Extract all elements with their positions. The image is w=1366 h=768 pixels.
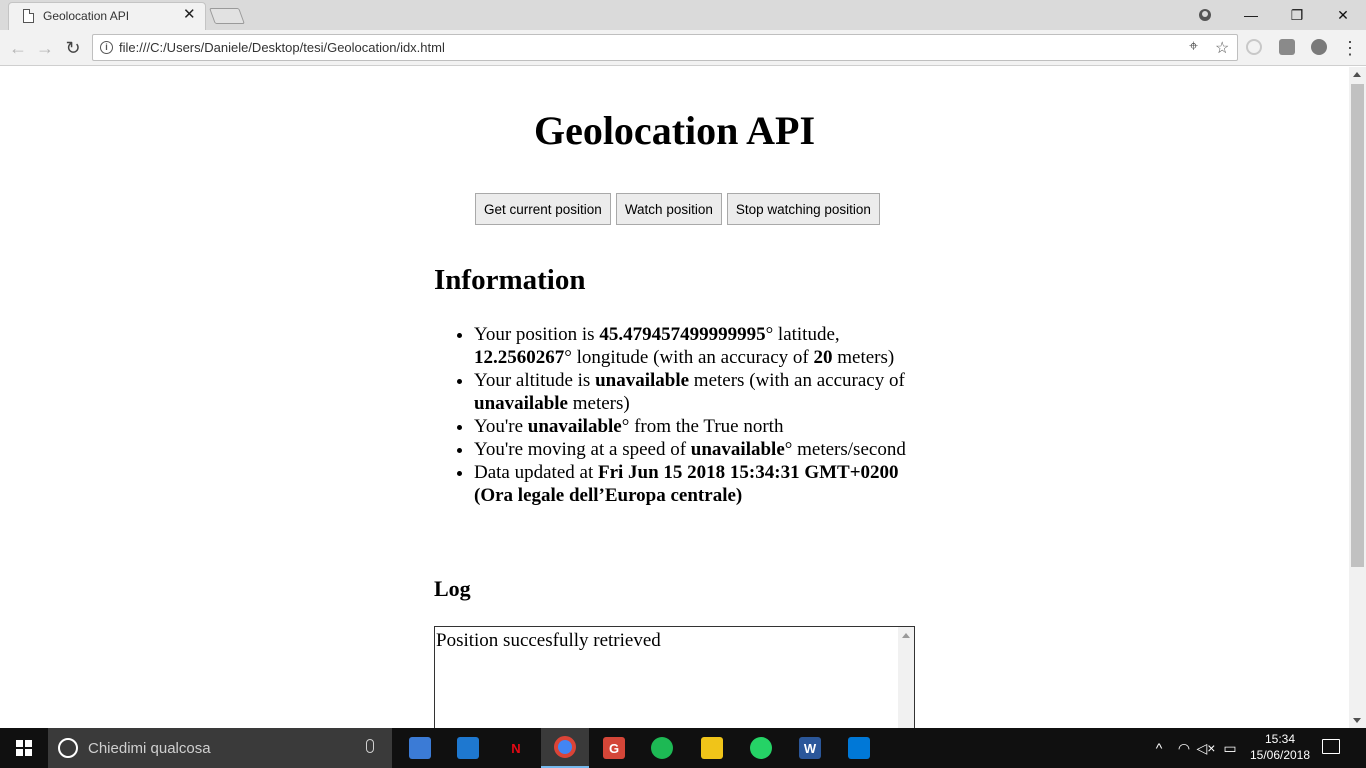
log-text: Position succesfully retrieved bbox=[436, 630, 661, 651]
menu-icon[interactable]: ⋮ bbox=[1338, 36, 1362, 60]
forward-button[interactable]: → bbox=[33, 36, 57, 60]
clock-date: 15/06/2018 bbox=[1249, 748, 1311, 762]
log-textarea[interactable]: Position succesfully retrieved bbox=[434, 626, 915, 728]
minimize-button[interactable]: — bbox=[1228, 0, 1274, 30]
location-icon[interactable]: ⌖ bbox=[1189, 38, 1198, 56]
page-content: Geolocation API Get current position Wat… bbox=[0, 67, 1349, 728]
start-button[interactable] bbox=[0, 728, 48, 768]
log-heading: Log bbox=[434, 576, 471, 601]
battery-icon[interactable]: ▭ bbox=[1220, 728, 1240, 768]
close-window-button[interactable]: ✕ bbox=[1320, 0, 1366, 30]
windows-logo-icon bbox=[16, 740, 32, 756]
information-heading: Information bbox=[434, 264, 586, 296]
heading-value: unavailable bbox=[527, 416, 622, 437]
taskbar-app-chrome[interactable] bbox=[541, 728, 589, 768]
list-item-altitude: Your altitude is unavailable meters (wit… bbox=[474, 369, 914, 415]
info-icon[interactable]: i bbox=[100, 41, 113, 54]
taskbar-app[interactable]: N bbox=[492, 728, 540, 768]
accuracy-value: 20 bbox=[813, 347, 833, 368]
clock-time: 15:34 bbox=[1264, 732, 1296, 746]
whatsapp-icon bbox=[750, 737, 772, 759]
windows-taskbar: Chiedimi qualcosa N G W ^ ◠ ◁× ▭ 15:34 1… bbox=[0, 728, 1366, 768]
log-scrollbar[interactable] bbox=[898, 627, 914, 728]
page-icon bbox=[23, 9, 34, 23]
watch-position-button[interactable]: Watch position bbox=[615, 193, 722, 225]
netflix-icon: N bbox=[505, 737, 527, 759]
notification-center-icon[interactable] bbox=[1322, 739, 1340, 754]
word-icon: W bbox=[799, 737, 821, 759]
scroll-up-icon[interactable] bbox=[902, 633, 910, 638]
reload-button[interactable]: ↻ bbox=[61, 36, 85, 60]
button-row: Get current position Watch position Stop… bbox=[475, 193, 880, 225]
list-item-position: Your position is 45.479457499999995° lat… bbox=[474, 323, 914, 369]
spotify-icon bbox=[651, 737, 673, 759]
information-list: Your position is 45.479457499999995° lat… bbox=[474, 323, 914, 507]
new-tab-button[interactable] bbox=[209, 8, 245, 24]
cortana-icon bbox=[58, 738, 78, 758]
taskbar-app[interactable] bbox=[688, 728, 736, 768]
url-text[interactable]: file:///C:/Users/Daniele/Desktop/tesi/Ge… bbox=[119, 40, 445, 55]
profile-button[interactable] bbox=[1182, 0, 1228, 30]
extension-icon[interactable] bbox=[1246, 39, 1262, 55]
volume-muted-icon[interactable]: ◁× bbox=[1196, 728, 1216, 768]
back-button[interactable]: ← bbox=[6, 36, 30, 60]
browser-titlebar: Geolocation API ✕ — ❐ ✕ bbox=[0, 0, 1366, 30]
taskbar-app[interactable] bbox=[396, 728, 444, 768]
get-current-position-button[interactable]: Get current position bbox=[475, 193, 611, 225]
altitude-value: unavailable bbox=[595, 370, 690, 391]
show-hidden-icons[interactable]: ^ bbox=[1150, 728, 1168, 768]
search-box[interactable]: Chiedimi qualcosa bbox=[48, 728, 392, 768]
extension-icon[interactable] bbox=[1311, 39, 1327, 55]
browser-tab[interactable]: Geolocation API ✕ bbox=[8, 2, 206, 30]
address-bar[interactable]: i file:///C:/Users/Daniele/Desktop/tesi/… bbox=[92, 34, 1238, 61]
desktop-app-icon bbox=[409, 737, 431, 759]
browser-toolbar: ← → ↻ i file:///C:/Users/Daniele/Desktop… bbox=[0, 30, 1366, 66]
news-app-icon bbox=[457, 737, 479, 759]
restore-button[interactable]: ❐ bbox=[1274, 0, 1320, 30]
page-title: Geolocation API bbox=[533, 108, 816, 153]
taskbar-app[interactable] bbox=[737, 728, 785, 768]
scrollbar-thumb[interactable] bbox=[1351, 84, 1364, 567]
profile-icon bbox=[1199, 9, 1211, 21]
search-placeholder: Chiedimi qualcosa bbox=[88, 740, 211, 757]
tab-close-icon[interactable]: ✕ bbox=[183, 6, 196, 24]
mail-app-icon: G bbox=[603, 737, 625, 759]
taskbar-app[interactable] bbox=[444, 728, 492, 768]
bookmark-star-icon[interactable]: ☆ bbox=[1215, 38, 1229, 58]
network-icon[interactable]: ◠ bbox=[1174, 728, 1194, 768]
list-item-speed: You're moving at a speed of unavailable°… bbox=[474, 438, 914, 461]
chrome-icon bbox=[554, 736, 576, 758]
scroll-down-icon[interactable] bbox=[1353, 718, 1361, 723]
list-item-updated: Data updated at Fri Jun 15 2018 15:34:31… bbox=[474, 461, 914, 507]
microphone-icon[interactable] bbox=[366, 739, 374, 753]
taskbar-app[interactable] bbox=[835, 728, 883, 768]
taskbar-app[interactable] bbox=[638, 728, 686, 768]
tab-title: Geolocation API bbox=[43, 9, 130, 23]
extension-icon[interactable] bbox=[1279, 39, 1295, 55]
longitude-value: 12.2560267 bbox=[474, 347, 565, 368]
scroll-up-icon[interactable] bbox=[1353, 72, 1361, 77]
latitude-value: 45.479457499999995 bbox=[599, 324, 766, 345]
taskbar-clock[interactable]: 15:34 15/06/2018 bbox=[1248, 731, 1312, 763]
vscode-icon bbox=[848, 737, 870, 759]
altitude-accuracy-value: unavailable bbox=[474, 393, 568, 414]
list-item-heading: You're unavailable° from the True north bbox=[474, 415, 914, 438]
file-explorer-icon bbox=[701, 737, 723, 759]
taskbar-app[interactable]: G bbox=[590, 728, 638, 768]
taskbar-app[interactable]: W bbox=[786, 728, 834, 768]
speed-value: unavailable bbox=[690, 439, 785, 460]
stop-watching-button[interactable]: Stop watching position bbox=[726, 193, 880, 225]
page-scrollbar[interactable] bbox=[1349, 67, 1366, 728]
